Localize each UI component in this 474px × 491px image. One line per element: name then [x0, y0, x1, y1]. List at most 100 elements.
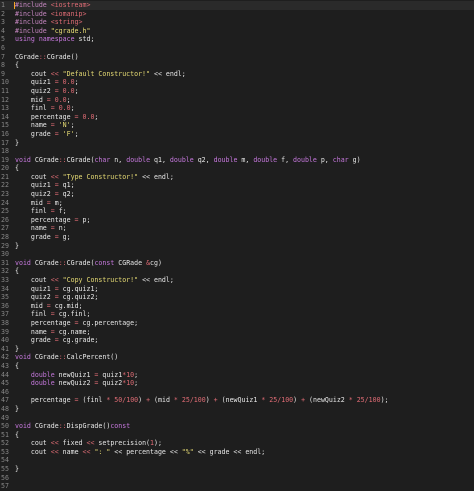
code-line[interactable]: 9 cout << "Default Constructor!" << endl… [0, 70, 474, 79]
code-line[interactable]: 26 percentage = p; [0, 216, 474, 225]
line-number: 52 [1, 439, 9, 448]
code-line[interactable]: 39 name = cg.name; [0, 328, 474, 337]
code-token: = [46, 301, 55, 310]
code-line[interactable]: 33 cout << "Copy Constructor!" << endl; [0, 276, 474, 285]
line-number: 33 [1, 276, 9, 284]
code-line[interactable]: 14 percentage = 0.0; [0, 113, 474, 122]
line-code: percentage = cg.percentage; [12, 319, 138, 328]
code-line[interactable]: 21 cout << "Type Constructor!" << endl; [0, 173, 474, 182]
line-code: double newQuiz2 = quiz2*10; [12, 379, 138, 388]
code-line[interactable]: 42 void CGrade::CalcPercent() [0, 353, 474, 362]
line-code: name = n; [12, 224, 67, 233]
code-line[interactable]: 25 finl = f; [0, 207, 474, 216]
code-line[interactable]: 2 #include <iomanip> [0, 10, 474, 19]
code-line[interactable]: 23 quiz2 = q2; [0, 190, 474, 199]
code-line[interactable]: 50 void CGrade::DispGrade()const [0, 422, 474, 431]
code-token: p; [82, 215, 91, 224]
code-line[interactable]: 27 name = n; [0, 224, 474, 233]
code-line[interactable]: 56 [0, 474, 474, 483]
code-line[interactable]: 28 grade = g; [0, 233, 474, 242]
code-line[interactable]: 29} [0, 242, 474, 251]
line-number: 43 [1, 361, 9, 370]
code-line[interactable]: 13 finl = 0.0; [0, 104, 474, 113]
code-line[interactable]: 32 { [0, 267, 474, 276]
code-token: 100 [281, 396, 294, 405]
code-line[interactable]: 31 void CGrade::CGrade(const CGRade &cg) [0, 259, 474, 268]
code-line[interactable]: 53 cout << name << ": " << percentage <<… [0, 448, 474, 457]
code-line[interactable]: 34 quiz1 = cg.quiz1; [0, 285, 474, 294]
code-token: 0.0 [58, 104, 71, 113]
line-number: 35 [1, 293, 9, 302]
code-line[interactable]: 12 mid = 0.0; [0, 96, 474, 105]
line-number: 26 [1, 215, 9, 224]
code-line[interactable]: 46 [0, 388, 474, 397]
code-line[interactable]: 7 CGrade::CGrade() [0, 53, 474, 62]
code-line[interactable]: 49 [0, 414, 474, 423]
code-token: m, [241, 155, 254, 164]
line-number: 37 [1, 310, 9, 319]
code-token: (finl [82, 396, 107, 405]
code-line[interactable]: 3 #include <string> [0, 18, 474, 27]
code-line[interactable]: 35 quiz2 = cg.quiz2; [0, 293, 474, 302]
code-line[interactable]: 19 void CGrade::CGrade(char n, double q1,… [0, 156, 474, 165]
code-line[interactable]: 16 grade = 'F'; [0, 130, 474, 139]
code-line[interactable]: 15 name = 'N'; [0, 121, 474, 130]
code-line[interactable]: 51 { [0, 431, 474, 440]
code-token: << [50, 69, 63, 78]
code-line[interactable]: 40 grade = cg.grade; [0, 336, 474, 345]
code-line[interactable]: 45 double newQuiz2 = quiz2*10; [0, 379, 474, 388]
code-line[interactable]: 43 { [0, 362, 474, 371]
code-line[interactable]: 20 { [0, 164, 474, 173]
line-number: 51 [1, 430, 9, 439]
code-token: m; [54, 198, 63, 207]
code-line[interactable]: 30 [0, 250, 474, 259]
code-line[interactable]: 4 #include "cgrade.h" [0, 27, 474, 36]
code-line[interactable]: 36 mid = cg.mid; [0, 302, 474, 311]
code-line[interactable]: 8{ [0, 61, 474, 70]
code-line[interactable]: 5 using namespace std; [0, 35, 474, 44]
code-line[interactable]: 41} [0, 345, 474, 354]
code-token: void [15, 258, 35, 267]
line-code: name = cg.name; [12, 328, 91, 337]
code-line[interactable]: 38 percentage = cg.percentage; [0, 319, 474, 328]
code-token: #include [15, 9, 51, 18]
code-line[interactable]: 11 quiz2 = 0.0; [0, 87, 474, 96]
code-line[interactable]: 47 percentage = (finl * 50/100) + (mid *… [0, 396, 474, 405]
line-code: { [12, 61, 19, 70]
code-token: ; [74, 86, 79, 95]
code-line[interactable]: 55} [0, 465, 474, 474]
code-token: 'F' [62, 129, 75, 138]
line-number: 10 [1, 78, 9, 87]
code-line[interactable]: 24 mid = m; [0, 199, 474, 208]
code-line[interactable]: 44 double newQuiz1 = quiz1*10; [0, 371, 474, 380]
code-token: ; [74, 78, 79, 87]
code-line[interactable]: 1 #include <iostream> [0, 1, 474, 10]
code-line[interactable]: 54 [0, 456, 474, 465]
code-token: = [54, 86, 63, 95]
code-token: = [74, 396, 83, 405]
line-number: 6 [1, 43, 5, 52]
code-line[interactable]: 52 cout << fixed << setprecision(1); [0, 439, 474, 448]
code-editor[interactable]: 1 #include <iostream> 2 #include <iomanip> 3… [0, 0, 474, 490]
code-token: ; [74, 129, 79, 138]
text-cursor [14, 2, 15, 9]
code-token: q1, [154, 155, 170, 164]
code-token: } [15, 241, 19, 250]
code-line[interactable]: 48} [0, 405, 474, 414]
code-token: :: [58, 353, 67, 362]
code-line[interactable]: 57 [0, 482, 474, 491]
code-line[interactable]: 22 quiz1 = q1; [0, 181, 474, 190]
code-line[interactable]: 10 quiz1 = 0.0; [0, 78, 474, 87]
code-line[interactable]: 37 finl = cg.finl; [0, 310, 474, 319]
line-number: 29 [1, 241, 9, 250]
code-token: = [50, 207, 59, 216]
line-number: 18 [1, 147, 9, 156]
code-token: <iostream> [50, 1, 91, 9]
code-line[interactable]: 18 [0, 147, 474, 156]
code-token: = [74, 215, 83, 224]
code-line[interactable]: 17} [0, 139, 474, 148]
line-code: name = 'N'; [12, 121, 75, 130]
line-number: 11 [1, 86, 9, 95]
code-line[interactable]: 6 [0, 44, 474, 53]
